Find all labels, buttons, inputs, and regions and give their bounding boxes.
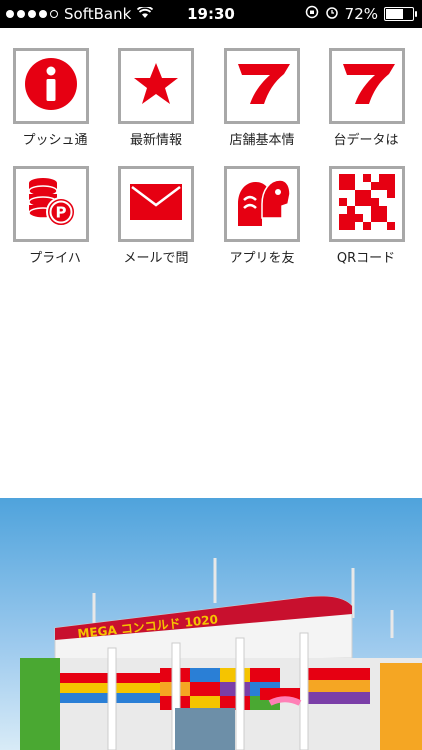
store-photo-banner: MEGA コンコルド 1020 bbox=[0, 498, 422, 750]
privacy-label: プライハ bbox=[29, 251, 81, 266]
seven-icon bbox=[232, 62, 292, 110]
mail-inquiry-button[interactable] bbox=[118, 166, 194, 242]
star-icon bbox=[132, 60, 180, 112]
share-app-button[interactable] bbox=[224, 166, 300, 242]
store-info-button[interactable] bbox=[224, 48, 300, 124]
qr-icon bbox=[339, 174, 395, 234]
privacy-button[interactable]: P bbox=[13, 166, 89, 242]
rotation-lock-icon bbox=[305, 5, 319, 23]
push-notification-label: プッシュ通 bbox=[22, 133, 88, 148]
coins-icon: P bbox=[21, 172, 81, 236]
qr-code-label: QRコード bbox=[336, 251, 396, 266]
status-right: 72% bbox=[305, 5, 417, 23]
mail-inquiry-label: メールで問 bbox=[123, 251, 189, 266]
latest-news-button[interactable] bbox=[118, 48, 194, 124]
machine-data-label: 台データは bbox=[333, 133, 399, 148]
mail-icon bbox=[129, 183, 183, 225]
alarm-icon bbox=[325, 5, 339, 23]
machine-data-button[interactable] bbox=[329, 48, 405, 124]
battery-percent: 72% bbox=[344, 5, 378, 23]
status-bar: SoftBank 19:30 72% bbox=[0, 0, 422, 28]
share-people-icon bbox=[232, 174, 292, 234]
share-app-label: アプリを友 bbox=[229, 251, 295, 266]
store-info-label: 店舗基本情 bbox=[229, 133, 295, 148]
svg-text:P: P bbox=[56, 204, 67, 222]
qr-code-button[interactable] bbox=[329, 166, 405, 242]
seven-icon bbox=[337, 62, 397, 110]
latest-news-label: 最新情報 bbox=[129, 133, 182, 148]
info-icon bbox=[23, 56, 79, 116]
push-notification-button[interactable] bbox=[13, 48, 89, 124]
store-building-illustration: MEGA コンコルド 1020 bbox=[0, 498, 422, 750]
battery-icon bbox=[384, 7, 417, 21]
